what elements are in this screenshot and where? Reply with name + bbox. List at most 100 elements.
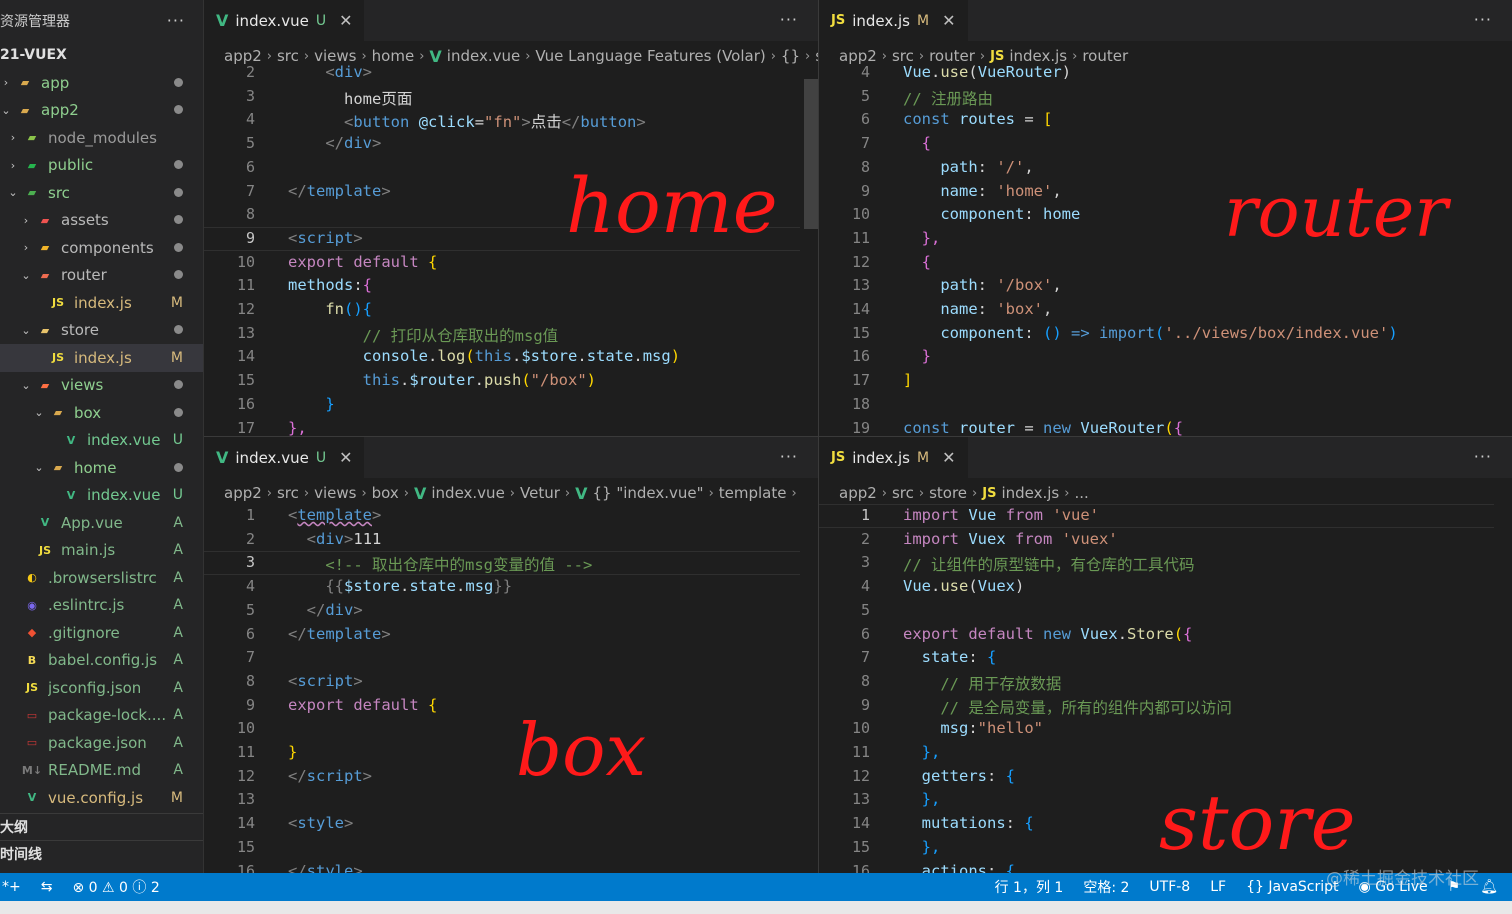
tree-item[interactable]: ⌄ ▰ box (0, 399, 203, 427)
tree-item[interactable]: ⌄ ▰ src (0, 179, 203, 207)
tree-item[interactable]: ◉ .eslintrc.js A (0, 592, 203, 620)
line-number: 13 (236, 790, 255, 809)
breadcrumb-item[interactable]: index.js (1001, 484, 1059, 502)
line-number: 14 (851, 300, 870, 318)
breadcrumb-item[interactable]: box (372, 484, 399, 502)
close-icon[interactable]: ✕ (339, 11, 352, 30)
chevron-right-icon: › (1064, 485, 1070, 501)
tree-item[interactable]: V App.vue A (0, 509, 203, 537)
remote-icon[interactable]: ⇆ (41, 879, 53, 895)
close-icon[interactable]: ✕ (942, 448, 955, 467)
tree-item[interactable]: JS main.js A (0, 537, 203, 565)
editor-pane-store: JS index.js M ✕ ··· app2 › src › store › JS index.j… (819, 437, 1512, 873)
breadcrumb-item[interactable]: s (815, 47, 818, 65)
chevron-right-icon: › (791, 485, 797, 501)
chevron-right-icon: › (10, 131, 16, 145)
breadcrumb-item[interactable]: index.vue (431, 484, 504, 502)
tree-item[interactable]: › ▰ assets (0, 207, 203, 235)
line-number: 7 (245, 648, 255, 667)
tree-item[interactable]: ◆ .gitignore A (0, 619, 203, 647)
code-editor[interactable]: 2 <div> 3 home页面 4 <button @click="fn">点击<… (204, 63, 818, 436)
breadcrumb-item[interactable]: views (314, 484, 356, 502)
editor-more-button[interactable]: ··· (1474, 10, 1492, 29)
file-encoding[interactable]: UTF-8 (1149, 879, 1190, 895)
git-status-badge: A (173, 707, 183, 724)
git-status-dot (174, 405, 183, 421)
breadcrumb-item[interactable]: ... (1074, 484, 1088, 502)
tree-item[interactable]: ⌄ ▰ router (0, 262, 203, 290)
language-mode[interactable]: {} JavaScript (1246, 879, 1338, 895)
line-number: 11 (851, 743, 870, 761)
tree-item[interactable]: ⌄ ▰ store (0, 317, 203, 345)
breadcrumb-item[interactable]: Vue Language Features (Volar) (535, 47, 765, 65)
timeline-section[interactable]: 时间线 (0, 840, 203, 868)
code-line: }, (921, 837, 941, 856)
breadcrumb-item[interactable]: Vetur (520, 484, 560, 502)
end-of-line[interactable]: LF (1210, 879, 1226, 895)
tree-item[interactable]: ⌄ ▰ views (0, 372, 203, 400)
breadcrumb-item[interactable]: home (372, 47, 415, 65)
breadcrumb-item[interactable]: {} "index.vue" (592, 484, 703, 502)
editor-tab[interactable]: JS index.js M ✕ (819, 437, 968, 478)
tree-item[interactable]: M↓ README.md A (0, 757, 203, 785)
tree-item[interactable]: JS jsconfig.json A (0, 674, 203, 702)
breadcrumb-item[interactable]: app2 (224, 484, 262, 502)
close-icon[interactable]: ✕ (339, 448, 352, 467)
line-number: 8 (245, 205, 255, 224)
line-number: 19 (851, 418, 870, 437)
breadcrumb: app2 › src › views › box › V index.vue › Vetur › V {… (204, 478, 818, 508)
scrollbar-thumb[interactable] (1498, 578, 1512, 618)
scrollbar-thumb[interactable] (804, 79, 818, 229)
editor-tab[interactable]: JS index.js M ✕ (819, 0, 968, 41)
tree-item[interactable]: › ▰ public (0, 152, 203, 180)
breadcrumb-item[interactable]: router (1082, 47, 1128, 65)
indent-spaces[interactable]: 空格: 2 (1083, 877, 1129, 897)
status-left-icon[interactable]: *+ (2, 879, 21, 895)
editor-more-button[interactable]: ··· (780, 447, 798, 466)
breadcrumb-item[interactable]: index.vue (447, 47, 520, 65)
line-number: 2 (245, 63, 255, 81)
breadcrumb-item[interactable]: {} (781, 47, 800, 65)
line-number: 8 (860, 671, 870, 690)
tree-item[interactable]: ⌄ ▰ home (0, 454, 203, 482)
tree-item[interactable]: ◐ .browserslistrc A (0, 564, 203, 592)
code-editor[interactable]: 1 import Vue from 'vue' 2 import Vuex from … (819, 504, 1512, 873)
tree-item[interactable]: › ▰ app (0, 69, 203, 97)
scrollbar-thumb[interactable] (804, 508, 818, 516)
editor-tab[interactable]: Vindex.vue U ✕ (204, 0, 365, 41)
notifications-icon[interactable]: 🔔︎ (1480, 879, 1498, 895)
code-line: } (288, 743, 298, 761)
scrollbar-thumb[interactable] (1498, 81, 1512, 241)
breadcrumb-item[interactable]: template (719, 484, 787, 502)
tree-item[interactable]: › ▰ components (0, 234, 203, 262)
tree-item[interactable]: Vindex.vue U (0, 482, 203, 510)
explorer-more-button[interactable]: ··· (167, 11, 185, 30)
tree-item[interactable]: › ▰ node_modules (0, 124, 203, 152)
tree-item[interactable]: Vindex.vue U (0, 427, 203, 455)
breadcrumb-item[interactable]: store (929, 484, 967, 502)
tree-item[interactable]: ▭ package-lock.... A (0, 702, 203, 730)
editor-more-button[interactable]: ··· (780, 10, 798, 29)
breadcrumb-item[interactable]: src (277, 484, 299, 502)
tree-item[interactable]: ⌄ ▰ app2 (0, 97, 203, 125)
tree-item[interactable]: Bbabel.config.js A (0, 647, 203, 675)
code-editor[interactable]: 4 Vue.use(VueRouter) 5 // 注册路由 6 const routes… (819, 63, 1512, 437)
editor-tab[interactable]: Vindex.vue U ✕ (204, 437, 365, 478)
handwritten-annotation: box (516, 708, 647, 792)
breadcrumb-item[interactable]: app2 (839, 484, 877, 502)
problems-indicator[interactable]: ⊗ 0 ⚠ 0 ⓘ 2 (72, 877, 159, 897)
cursor-position[interactable]: 行 1，列 1 (995, 877, 1064, 897)
editor-more-button[interactable]: ··· (1474, 447, 1492, 466)
code-editor[interactable]: 1 <template> 2 <div>111 3 <!-- 取出仓库中的msg变量的… (204, 506, 818, 873)
tree-item[interactable]: Vvue.config.js M (0, 784, 203, 812)
tree-item[interactable]: JS index.js M (0, 344, 203, 372)
tree-item[interactable]: ▭ package.json A (0, 729, 203, 757)
tree-item[interactable]: JS index.js M (0, 289, 203, 317)
git-status-badge: A (173, 597, 183, 614)
close-icon[interactable]: ✕ (942, 11, 955, 30)
code-line: name: 'box', (940, 300, 1053, 318)
project-root[interactable]: 21-VUEX (0, 41, 203, 69)
breadcrumb-item[interactable]: src (892, 484, 914, 502)
outline-section[interactable]: 大纲 (0, 812, 203, 841)
chevron-down-icon: ⌄ (8, 186, 18, 200)
